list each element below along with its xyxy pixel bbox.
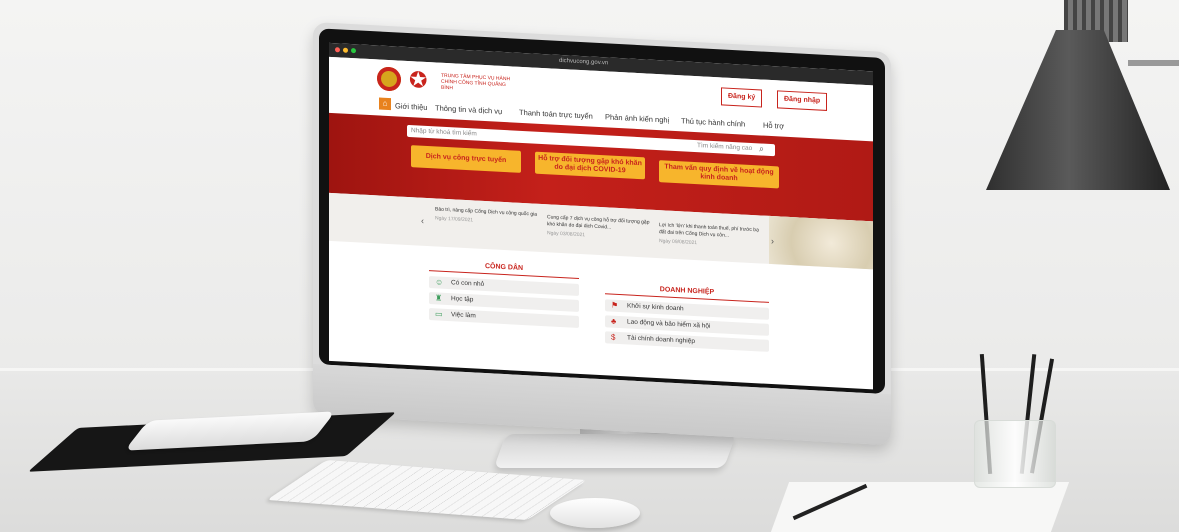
monitor-base (493, 434, 737, 468)
list-item-label: Có con nhỏ (451, 279, 485, 288)
emblem-icon (377, 66, 401, 92)
list-item[interactable]: ▭ Việc làm (429, 308, 579, 328)
nav-item-info[interactable]: Thông tin và dịch vụ (435, 103, 502, 116)
lotus-artwork (769, 215, 873, 270)
chevron-right-icon[interactable]: › (771, 236, 774, 246)
nav-item-feedback[interactable]: Phản ánh kiến nghị (605, 112, 669, 124)
nav-item-procedures[interactable]: Thủ tục hành chính (681, 116, 745, 128)
mouse (550, 498, 640, 528)
nav-item-payment[interactable]: Thanh toán trực tuyến (519, 108, 593, 121)
nav-item-support[interactable]: Hỗ trợ (763, 121, 784, 131)
dollar-icon: $ (611, 332, 616, 342)
graduation-icon: ♜ (435, 293, 443, 303)
business-section-title: DOANH NGHIỆP (659, 286, 715, 297)
advanced-search-link[interactable]: Tìm kiếm nâng cao (697, 142, 752, 152)
nav-item-intro[interactable]: Giới thiệu (395, 101, 427, 112)
address-bar[interactable]: dichvucong.gov.vn (559, 58, 608, 67)
lamp-shade (986, 30, 1170, 190)
lamp-arm (1128, 60, 1179, 66)
search-icon[interactable]: ⌕ (759, 143, 764, 154)
child-icon: ☺ (435, 277, 444, 287)
zoom-dot-icon[interactable] (351, 47, 356, 54)
list-item-label: Tài chính doanh nghiệp (627, 334, 695, 346)
launch-icon: ⚑ (611, 300, 619, 310)
login-button[interactable]: Đăng nhập (777, 90, 828, 111)
monitor: dichvucong.gov.vn ✪ TRUNG TÂM PHỤC VỤ HÀ… (313, 22, 891, 446)
chevron-left-icon[interactable]: ‹ (421, 216, 424, 226)
citizen-section-title: CÔNG DÂN (484, 263, 524, 273)
minimize-dot-icon[interactable] (343, 47, 348, 53)
workers-icon: ♣ (611, 316, 617, 326)
list-item-label: Lao động và bảo hiểm xã hội (627, 318, 711, 330)
briefcase-icon: ▭ (435, 309, 443, 319)
glass-pencil-holder (974, 420, 1056, 488)
search-placeholder: Nhập từ khoá tìm kiếm (411, 127, 477, 138)
list-item-label: Học tập (451, 295, 474, 304)
close-dot-icon[interactable] (335, 47, 340, 53)
monitor-bezel: dichvucong.gov.vn ✪ TRUNG TÂM PHỤC VỤ HÀ… (319, 28, 885, 394)
register-button[interactable]: Đăng ký (721, 87, 763, 108)
list-item-label: Việc làm (451, 311, 476, 320)
list-item-label: Khởi sự kinh doanh (627, 302, 684, 313)
star-logo-icon: ✪ (409, 67, 428, 93)
screen: dichvucong.gov.vn ✪ TRUNG TÂM PHỤC VỤ HÀ… (329, 42, 873, 390)
site-logo-text: TRUNG TÂM PHỤC VỤ HÀNH CHÍNH CÔNG TỈNH Q… (441, 72, 511, 92)
